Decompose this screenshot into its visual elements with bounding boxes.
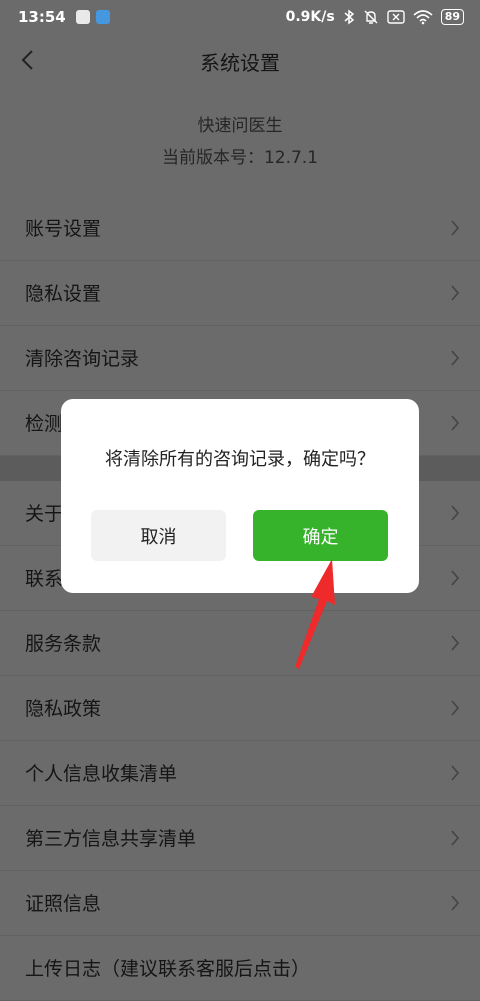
chevron-right-icon xyxy=(451,285,460,301)
battery-icon: 89 xyxy=(440,9,464,25)
confirm-dialog: 将清除所有的咨询记录，确定吗？ 取消 确定 xyxy=(61,399,419,593)
menu-item-privacy-settings[interactable]: 隐私设置 xyxy=(0,261,480,326)
chevron-right-icon xyxy=(451,700,460,716)
menu-item-licenses[interactable]: 证照信息 xyxy=(0,871,480,936)
chevron-right-icon xyxy=(451,350,460,366)
menu-item-clear-records[interactable]: 清除咨询记录 xyxy=(0,326,480,391)
menu-item-label: 上传日志（建议联系客服后点击） xyxy=(25,958,311,980)
menu-item-label: 检测 xyxy=(25,413,64,435)
menu-item-account-settings[interactable]: 账号设置 xyxy=(0,196,480,261)
annotation-arrow xyxy=(295,559,335,669)
menu-item-label: 联系 xyxy=(25,568,64,590)
close-box-icon xyxy=(386,10,405,24)
wifi-icon xyxy=(413,10,433,25)
menu-item-third-party-share-list[interactable]: 第三方信息共享清单 xyxy=(0,806,480,871)
menu-item-upload-log[interactable]: 上传日志（建议联系客服后点击） xyxy=(0,936,480,1001)
settings-menu: 账号设置 隐私设置 清除咨询记录 检测 关于 联系 服务条款 隐私政策 个人信息… xyxy=(0,196,480,1001)
app-version: 当前版本号：12.7.1 xyxy=(161,148,319,168)
chevron-right-icon xyxy=(451,570,460,586)
cloud-notification-icon xyxy=(95,10,110,24)
menu-item-label: 账号设置 xyxy=(25,218,102,240)
status-app-icons xyxy=(75,10,110,24)
header: 系统设置 xyxy=(0,34,480,88)
bluetooth-icon xyxy=(344,9,354,25)
menu-item-label: 关于 xyxy=(25,503,64,525)
chevron-right-icon xyxy=(451,635,460,651)
menu-item-privacy-policy[interactable]: 隐私政策 xyxy=(0,676,480,741)
status-time: 13:54 xyxy=(18,8,66,26)
page-title: 系统设置 xyxy=(200,51,280,75)
menu-item-label: 清除咨询记录 xyxy=(25,348,140,370)
status-bar: 13:54 0.9K/s 89 xyxy=(0,0,480,34)
menu-item-label: 个人信息收集清单 xyxy=(25,763,178,785)
dialog-message: 将清除所有的咨询记录，确定吗？ xyxy=(105,449,375,470)
menu-item-personal-info-list[interactable]: 个人信息收集清单 xyxy=(0,741,480,806)
status-right: 0.9K/s 89 xyxy=(286,9,464,25)
menu-item-label: 证照信息 xyxy=(25,893,102,915)
menu-item-label: 服务条款 xyxy=(25,633,102,655)
chevron-right-icon xyxy=(451,505,460,521)
chevron-right-icon xyxy=(451,830,460,846)
cancel-button[interactable]: 取消 xyxy=(91,510,226,561)
confirm-button[interactable]: 确定 xyxy=(253,510,388,561)
chevron-right-icon xyxy=(451,220,460,236)
menu-item-terms[interactable]: 服务条款 xyxy=(0,611,480,676)
chevron-right-icon xyxy=(451,895,460,911)
menu-item-label: 隐私政策 xyxy=(25,698,102,720)
menu-item-label: 第三方信息共享清单 xyxy=(25,828,197,850)
network-speed: 0.9K/s xyxy=(285,9,335,25)
app-name: 快速问医生 xyxy=(197,116,283,136)
app-info: 快速问医生 当前版本号：12.7.1 xyxy=(0,110,480,174)
mute-icon xyxy=(364,10,378,24)
menu-item-label: 隐私设置 xyxy=(25,283,102,305)
chevron-right-icon xyxy=(451,765,460,781)
chevron-right-icon xyxy=(451,415,460,431)
app-notification-icon xyxy=(75,10,90,24)
